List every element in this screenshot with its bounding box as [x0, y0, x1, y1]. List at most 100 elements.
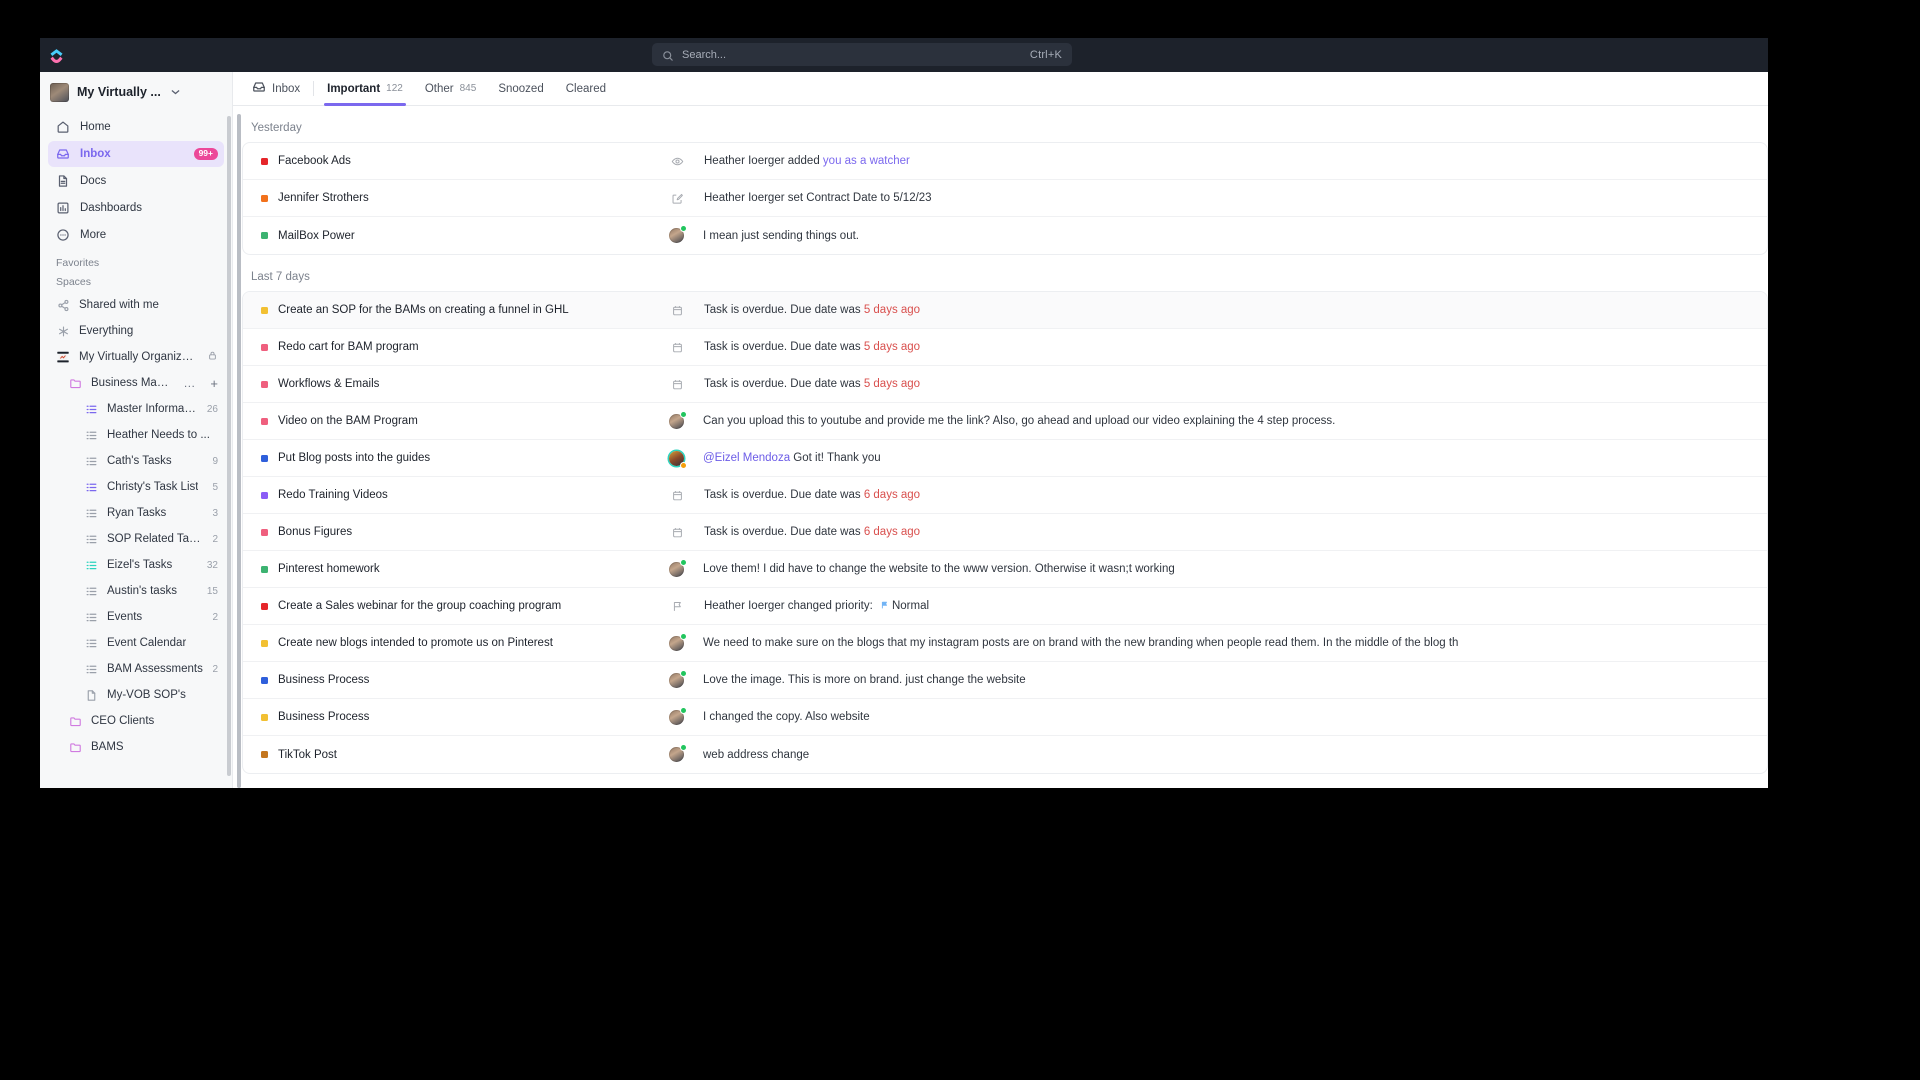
sidebar-tree-label: Event Calendar — [107, 637, 187, 649]
sidebar-tree-item[interactable]: My-VOB SOP's — [48, 682, 224, 708]
sidebar-tree-item[interactable]: BAMS — [48, 734, 224, 760]
search-placeholder: Search... — [682, 48, 727, 61]
mention-link[interactable]: @Eizel Mendoza — [703, 452, 790, 464]
tab-snoozed[interactable]: Snoozed — [487, 72, 554, 106]
notification-row[interactable]: Redo Training Videos Task is overdue. Due… — [243, 477, 1767, 514]
sidebar-item-home[interactable]: Home — [48, 114, 224, 140]
message-link[interactable]: you as a watcher — [823, 155, 910, 167]
notification-row[interactable]: Create a Sales webinar for the group coa… — [243, 588, 1767, 625]
user-avatar — [669, 226, 686, 243]
sidebar-tree-item[interactable]: Events 2 — [48, 604, 224, 630]
sidebar-tree-item[interactable]: BAM Assessments 2 — [48, 656, 224, 682]
message-text: Heather Ioerger changed priority: — [704, 599, 876, 612]
presence-dot — [681, 559, 686, 565]
message-text: Task is overdue. Due date was — [704, 489, 864, 501]
status-dot — [261, 232, 268, 239]
notification-row[interactable]: Pinterest homework Love them! I did have … — [243, 551, 1767, 588]
notification-row[interactable]: MailBox Power I mean just sending things … — [243, 217, 1767, 254]
notification-message: Heather Ioerger changed priority: Normal — [704, 600, 929, 613]
screen: Search... Ctrl+K My Virtually ... Home In… — [0, 0, 1920, 1080]
message-text: I changed the copy. Also website — [703, 711, 870, 723]
notification-groups: Yesterday Facebook Ads Heather Ioerger add… — [242, 106, 1768, 774]
notification-detail: I changed the copy. Also website — [669, 707, 870, 725]
notification-detail: Love them! I did have to change the webs… — [669, 559, 1175, 577]
folder-icon — [68, 376, 82, 390]
notification-row[interactable]: Facebook Ads Heather Ioerger added you as… — [243, 143, 1767, 180]
sidebar-tree-item[interactable]: My Virtually Organized B... — [48, 344, 224, 370]
tab-label: Snoozed — [498, 82, 544, 95]
sidebar-tree-item[interactable]: CEO Clients — [48, 708, 224, 734]
favorites-label: Favorites — [56, 257, 100, 269]
more-options-icon[interactable]: … — [183, 376, 195, 390]
sidebar-item-label: Home — [80, 121, 111, 133]
inbox-icon — [56, 147, 70, 161]
tab-other[interactable]: Other 845 — [414, 72, 487, 106]
message-text: Task is overdue. Due date was — [704, 341, 864, 353]
message-text: Love the image. This is more on brand. j… — [703, 674, 1026, 686]
clickup-logo-icon[interactable] — [40, 48, 72, 63]
status-dot — [261, 565, 268, 573]
sidebar-tree-item[interactable]: Christy's Task List 5 — [48, 474, 224, 500]
list-icon — [84, 662, 98, 676]
notification-detail: @Eizel Mendoza Got it! Thank you — [669, 450, 881, 468]
inbox-icon — [252, 80, 266, 97]
calendar-icon — [669, 526, 685, 539]
notification-row[interactable]: TikTok Post web address change — [243, 736, 1767, 773]
notification-title: TikTok Post — [278, 748, 338, 761]
top-bar: Search... Ctrl+K — [40, 38, 1768, 72]
sidebar-tree-item[interactable]: Austin's tasks 15 — [48, 578, 224, 604]
sidebar-tree-item[interactable]: Everything — [48, 318, 224, 344]
sidebar-tree-item[interactable]: Eizel's Tasks 32 — [48, 552, 224, 578]
tab-inbox[interactable]: Inbox — [241, 72, 311, 106]
sidebar-tree-item[interactable]: Cath's Tasks 9 — [48, 448, 224, 474]
notification-row[interactable]: Put Blog posts into the guides @Eizel Men… — [243, 440, 1767, 477]
clickup-app-window: Search... Ctrl+K My Virtually ... Home In… — [40, 38, 1768, 788]
notification-detail: We need to make sure on the blogs that m… — [669, 633, 1458, 651]
tab-label: Other — [424, 82, 454, 95]
sidebar-tree-label: BAMS — [91, 741, 124, 753]
status-dot — [261, 380, 268, 388]
tab-cleared[interactable]: Cleared — [555, 72, 617, 106]
home-icon — [56, 120, 70, 134]
sidebar-tree-item[interactable]: Business Managem... … + — [48, 370, 224, 396]
item-count: 26 — [206, 403, 218, 415]
add-item-icon[interactable]: + — [210, 376, 218, 391]
tab-important[interactable]: Important 122 — [316, 72, 414, 106]
notification-row[interactable]: Video on the BAM Program Can you upload t… — [243, 403, 1767, 440]
sidebar-item-more[interactable]: More — [48, 222, 224, 248]
message-text: Task is overdue. Due date was — [704, 304, 864, 316]
sidebar-tree-item[interactable]: Master Information 26 — [48, 396, 224, 422]
notification-row[interactable]: Redo cart for BAM program Task is overdue… — [243, 329, 1767, 366]
sidebar-tree-item[interactable]: SOP Related Tasks 2 — [48, 526, 224, 552]
message-text: Can you upload this to youtube and provi… — [703, 415, 1336, 427]
workspace-switcher[interactable]: My Virtually ... — [40, 72, 232, 112]
status-dot — [261, 491, 268, 499]
notification-row[interactable]: Business Process Love the image. This is … — [243, 662, 1767, 699]
sidebar-tree-item[interactable]: Ryan Tasks 3 — [48, 500, 224, 526]
doc-small-icon — [84, 688, 98, 702]
sidebar-tree-item[interactable]: Shared with me — [48, 292, 224, 318]
sidebar-scrollbar[interactable] — [227, 116, 231, 776]
sidebar-item-inbox[interactable]: Inbox 99+ — [48, 141, 224, 167]
notification-row[interactable]: Business Process I changed the copy. Also… — [243, 699, 1767, 736]
sidebar-tree-item[interactable]: Event Calendar — [48, 630, 224, 656]
notification-row[interactable]: Workflows & Emails Task is overdue. Due d… — [243, 366, 1767, 403]
item-count: 9 — [212, 455, 218, 467]
notification-title: Bonus Figures — [278, 526, 353, 538]
message-text: Got it! Thank you — [790, 452, 881, 464]
item-count: 32 — [206, 559, 218, 571]
notification-message: Task is overdue. Due date was 5 days ago — [704, 341, 920, 353]
presence-dot — [681, 707, 686, 713]
notification-row[interactable]: Create an SOP for the BAMs on creating a… — [243, 292, 1767, 329]
sidebar-item-dashboards[interactable]: Dashboards — [48, 195, 224, 221]
notification-row[interactable]: Bonus Figures Task is overdue. Due date w… — [243, 514, 1767, 551]
notification-row[interactable]: Create new blogs intended to promote us … — [243, 625, 1767, 662]
list-scrollbar[interactable] — [237, 114, 241, 788]
sidebar-item-docs[interactable]: Docs — [48, 168, 224, 194]
sidebar-tree-label: Austin's tasks — [107, 585, 177, 597]
item-count: 5 — [212, 481, 218, 493]
notification-row[interactable]: Jennifer Strothers Heather Ioerger set Co… — [243, 180, 1767, 217]
sidebar-tree-item[interactable]: Heather Needs to ... — [48, 422, 224, 448]
search-input[interactable]: Search... Ctrl+K — [652, 43, 1072, 66]
status-dot — [261, 528, 268, 536]
